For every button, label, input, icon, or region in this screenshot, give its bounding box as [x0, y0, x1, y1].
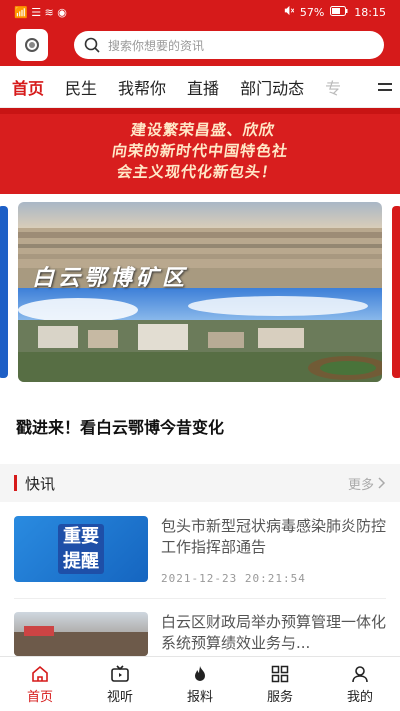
nav-report[interactable]: 报料: [160, 657, 240, 711]
user-icon: [352, 665, 368, 682]
slide-overlay-text: 白云鄂博矿区: [32, 265, 189, 291]
banner-slogan: 建设繁荣昌盛、欣欣 向荣的新时代中国特色社 会主义现代化新包头！: [110, 121, 290, 181]
tab-department-news[interactable]: 部门动态: [240, 75, 304, 99]
logo-icon: [25, 38, 39, 52]
divider: [14, 598, 386, 599]
nav-video[interactable]: 视听: [80, 657, 160, 711]
grid-icon: [271, 665, 289, 682]
search-icon: [84, 37, 100, 53]
news-item[interactable]: 重要 提醒 包头市新型冠状病毒感染肺炎防控工作指挥部通告 2021-12-23 …: [14, 516, 386, 585]
chevron-right-icon: [378, 477, 386, 489]
news-item[interactable]: 白云区财政局举办预算管理一体化系统预算绩效业务与...: [14, 612, 386, 656]
battery-level: 57%: [299, 5, 325, 19]
news-timestamp: 2021-12-23 20:21:54: [161, 572, 306, 585]
slide-title[interactable]: 戳进来！看白云鄂博今昔变化: [16, 414, 224, 438]
tab-help-you[interactable]: 我帮你: [118, 75, 166, 99]
home-icon: [32, 665, 48, 682]
thumbnail-text-line1: 重要: [63, 526, 99, 547]
featured-carousel: 白云鄂博矿区 戳进来！看白云鄂博今昔变化: [0, 194, 400, 464]
flash-news-header: 快讯 更多: [0, 464, 400, 502]
section-accent-bar: [14, 475, 17, 491]
search-input[interactable]: 搜索你想要的资讯: [74, 31, 384, 59]
status-bar: 📶 ☰ ≋ ◉ 57% 18:15: [0, 0, 400, 24]
app-header: 搜索你想要的资讯: [0, 24, 400, 66]
news-title: 白云区财政局举办预算管理一体化系统预算绩效业务与...: [161, 613, 386, 652]
more-link[interactable]: 更多: [348, 474, 386, 493]
news-title: 包头市新型冠状病毒感染肺炎防控工作指挥部通告: [161, 517, 386, 556]
signal-icon: 📶 ☰ ≋ ◉: [14, 5, 67, 19]
app-logo[interactable]: [16, 29, 48, 61]
section-title: 快讯: [25, 474, 56, 493]
thumbnail-text-line2: 提醒: [63, 551, 99, 572]
nav-services[interactable]: 服务: [240, 657, 320, 711]
tab-home[interactable]: 首页: [12, 75, 44, 99]
news-thumbnail: 重要 提醒: [14, 516, 148, 582]
tabs-menu-icon[interactable]: [370, 66, 400, 107]
nav-home[interactable]: 首页: [0, 657, 80, 711]
featured-slide-image[interactable]: 白云鄂博矿区: [18, 202, 382, 382]
clock: 18:15: [354, 5, 386, 19]
search-placeholder: 搜索你想要的资讯: [108, 38, 205, 53]
battery-icon: [330, 5, 348, 19]
nav-profile[interactable]: 我的: [320, 657, 400, 711]
next-slide-peek[interactable]: [392, 206, 400, 378]
flame-icon: [195, 665, 205, 681]
slogan-banner[interactable]: 建设繁荣昌盛、欣欣 向荣的新时代中国特色社 会主义现代化新包头！: [0, 108, 400, 194]
tab-livelihood[interactable]: 民生: [65, 75, 97, 99]
tab-live[interactable]: 直播: [187, 75, 219, 99]
category-tabs: 首页 民生 我帮你 直播 部门动态 专: [0, 66, 400, 108]
news-thumbnail: [14, 612, 148, 656]
tab-special[interactable]: 专: [325, 75, 341, 99]
mute-icon: [283, 5, 295, 19]
bottom-nav: 首页 视听 报料 服务 我的: [0, 656, 400, 711]
tv-icon: [111, 664, 129, 682]
prev-slide-peek[interactable]: [0, 206, 8, 378]
